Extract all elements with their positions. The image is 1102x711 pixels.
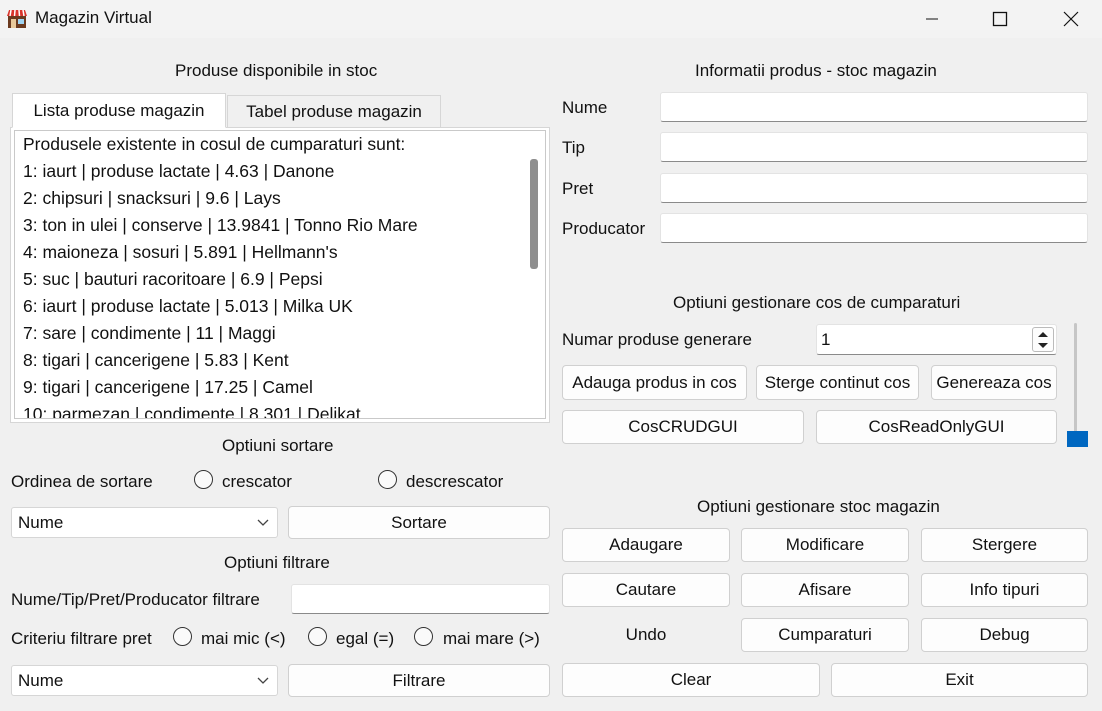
cart-count-value: 1: [821, 329, 831, 349]
exit-button[interactable]: Exit: [831, 663, 1088, 697]
producer-input[interactable]: [660, 213, 1088, 243]
delete-button[interactable]: Stergere: [921, 528, 1088, 562]
chevron-down-icon: [257, 666, 269, 695]
field-label-price: Pret: [562, 179, 594, 198]
filter-field-value: Nume: [18, 670, 64, 690]
list-item[interactable]: 5: suc | bauturi racoritoare | 6.9 | Pep…: [15, 266, 545, 293]
title-bar: Magazin Virtual: [0, 0, 1102, 38]
filter-field-select[interactable]: Nume: [11, 665, 278, 696]
stock-options-heading: Optiuni gestionare stoc magazin: [697, 497, 940, 516]
list-item[interactable]: 8: tigari | cancerigene | 5.83 | Kent: [15, 347, 545, 374]
sort-button[interactable]: Sortare: [288, 506, 550, 539]
field-label-name: Nume: [562, 98, 608, 117]
modify-button[interactable]: Modificare: [741, 528, 909, 562]
store-icon: [7, 9, 27, 28]
list-item[interactable]: 2: chipsuri | snacksuri | 9.6 | Lays: [15, 185, 545, 212]
list-item[interactable]: 7: sare | condimente | 11 | Maggi: [15, 320, 545, 347]
add-to-cart-button[interactable]: Adauga produs in cos: [562, 365, 747, 400]
generate-cart-button[interactable]: Genereaza cos: [931, 365, 1057, 400]
maximize-icon: [992, 11, 1008, 27]
search-button[interactable]: Cautare: [562, 573, 730, 607]
price-input[interactable]: [660, 173, 1088, 203]
list-item[interactable]: 3: ton in ulei | conserve | 13.9841 | To…: [15, 212, 545, 239]
vertical-slider-handle[interactable]: [1067, 431, 1088, 447]
undo-button[interactable]: Undo: [562, 618, 730, 652]
stock-heading: Produse disponibile in stoc: [175, 61, 378, 80]
sort-field-value: Nume: [18, 512, 64, 532]
minimize-icon: [926, 18, 938, 20]
debug-button[interactable]: Debug: [921, 618, 1088, 652]
clear-button[interactable]: Clear: [562, 663, 820, 697]
product-info-heading: Informatii produs - stoc magazin: [695, 61, 937, 80]
filter-criteria-label: Criteriu filtrare pret: [11, 629, 152, 648]
sort-order-label: Ordinea de sortare: [11, 472, 153, 491]
shopping-button[interactable]: Cumparaturi: [741, 618, 909, 652]
maximize-button[interactable]: [965, 0, 1035, 38]
type-input[interactable]: [660, 132, 1088, 162]
cart-count-label: Numar produse generare: [562, 330, 752, 349]
add-button[interactable]: Adaugare: [562, 528, 730, 562]
filter-field-label: Nume/Tip/Pret/Producator filtrare: [11, 590, 260, 609]
sort-field-select[interactable]: Nume: [11, 507, 278, 538]
radio-ascending-label: crescator: [222, 472, 292, 491]
cart-count-spinbox[interactable]: 1: [816, 324, 1057, 355]
radio-less-than-label: mai mic (<): [201, 629, 286, 648]
chevron-down-icon[interactable]: [1038, 342, 1048, 349]
type-info-button[interactable]: Info tipuri: [921, 573, 1088, 607]
cart-crud-button[interactable]: CosCRUDGUI: [562, 410, 804, 444]
scrollbar-thumb[interactable]: [530, 159, 538, 269]
list-item[interactable]: 4: maioneza | sosuri | 5.891 | Hellmann'…: [15, 239, 545, 266]
radio-greater-than[interactable]: [414, 627, 433, 646]
chevron-up-icon[interactable]: [1038, 331, 1048, 338]
filter-input[interactable]: [291, 584, 550, 614]
tab-list[interactable]: Lista produse magazin: [12, 93, 226, 128]
window-title: Magazin Virtual: [35, 8, 152, 27]
radio-descending-label: descrescator: [406, 472, 504, 491]
sort-heading: Optiuni sortare: [222, 436, 334, 455]
close-icon: [1063, 11, 1079, 27]
chevron-down-icon: [257, 508, 269, 537]
radio-less-than[interactable]: [173, 627, 192, 646]
radio-equal[interactable]: [308, 627, 327, 646]
tab-table[interactable]: Tabel produse magazin: [227, 95, 441, 128]
radio-greater-than-label: mai mare (>): [443, 629, 540, 648]
vertical-slider-track[interactable]: [1074, 323, 1077, 447]
product-list[interactable]: Produsele existente in cosul de cumparat…: [14, 130, 546, 419]
list-item[interactable]: 1: iaurt | produse lactate | 4.63 | Dano…: [15, 158, 545, 185]
cart-heading: Optiuni gestionare cos de cumparaturi: [673, 293, 961, 312]
list-scrollbar[interactable]: [523, 131, 545, 418]
spinbox-arrows[interactable]: [1032, 327, 1054, 352]
field-label-type: Tip: [562, 138, 585, 157]
filter-heading: Optiuni filtrare: [224, 553, 330, 572]
list-item[interactable]: 6: iaurt | produse lactate | 5.013 | Mil…: [15, 293, 545, 320]
clear-cart-button[interactable]: Sterge continut cos: [756, 365, 919, 400]
minimize-button[interactable]: [897, 0, 967, 38]
display-button[interactable]: Afisare: [741, 573, 909, 607]
list-item[interactable]: 10: parmezan | condimente | 8.301 | Deli…: [15, 401, 545, 418]
list-item[interactable]: 9: tigari | cancerigene | 17.25 | Camel: [15, 374, 545, 401]
radio-ascending[interactable]: [194, 470, 213, 489]
radio-descending[interactable]: [378, 470, 397, 489]
tab-panel: Produsele existente in cosul de cumparat…: [10, 127, 550, 423]
filter-button[interactable]: Filtrare: [288, 664, 550, 697]
radio-equal-label: egal (=): [336, 629, 395, 648]
name-input[interactable]: [660, 92, 1088, 122]
field-label-producer: Producator: [562, 219, 646, 238]
cart-readonly-button[interactable]: CosReadOnlyGUI: [816, 410, 1057, 444]
close-button[interactable]: [1036, 0, 1102, 38]
list-item[interactable]: Produsele existente in cosul de cumparat…: [15, 131, 545, 158]
